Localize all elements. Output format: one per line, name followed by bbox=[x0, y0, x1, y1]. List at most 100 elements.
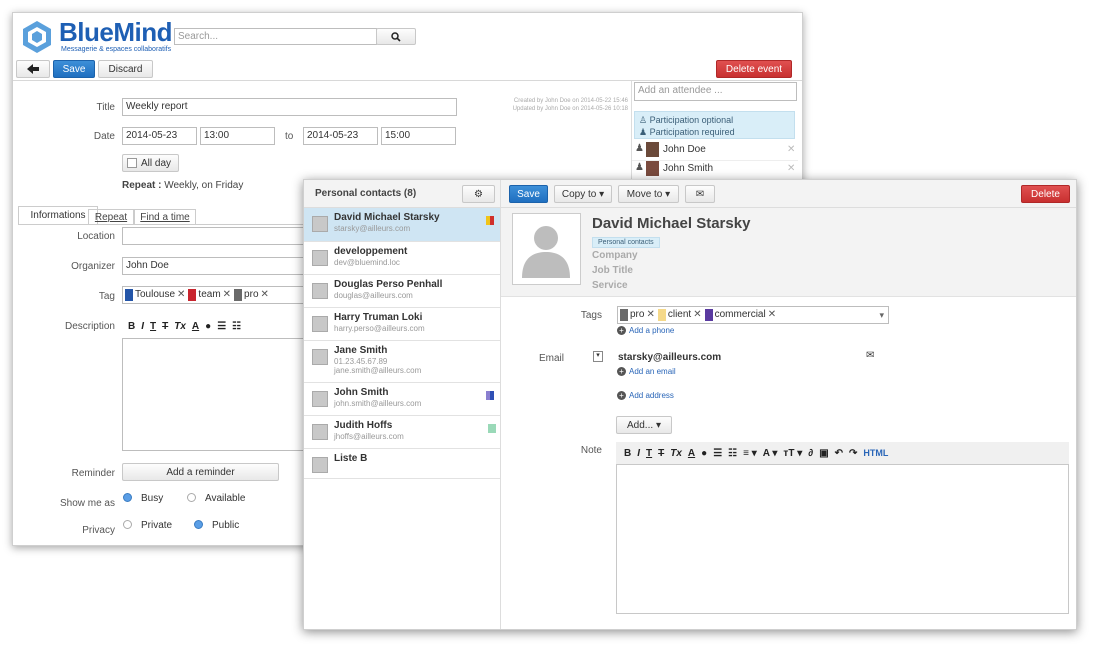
add-attendee-input[interactable]: Add an attendee ... bbox=[634, 82, 797, 101]
remove-attendee-icon[interactable]: ✕ bbox=[787, 163, 795, 174]
tab-find-a-time[interactable]: Find a time bbox=[134, 209, 196, 225]
email-value[interactable]: starsky@ailleurs.com bbox=[618, 352, 721, 363]
contacts-window: Personal contacts (8) ⚙ David Michael St… bbox=[303, 179, 1077, 630]
tag-color bbox=[125, 289, 133, 301]
undo-icon[interactable]: ↶ bbox=[835, 443, 843, 465]
strike-icon[interactable]: T bbox=[658, 443, 664, 465]
available-radio[interactable] bbox=[187, 493, 196, 502]
search-button[interactable] bbox=[376, 28, 416, 45]
description-editor[interactable] bbox=[122, 338, 322, 451]
move-to-button[interactable]: Move to ▾ bbox=[618, 185, 679, 203]
strike-icon[interactable]: T bbox=[162, 316, 168, 338]
organizer-input[interactable]: John Doe bbox=[122, 257, 322, 275]
add-email-link[interactable]: + Add an email bbox=[617, 367, 676, 376]
clear-format-icon[interactable]: Tx bbox=[174, 316, 186, 338]
title-label: Title bbox=[96, 102, 115, 113]
back-button[interactable] bbox=[16, 60, 50, 78]
job-title-field[interactable]: Job Title bbox=[592, 265, 633, 276]
highlight-icon[interactable]: ● bbox=[701, 443, 707, 465]
delete-contact-button[interactable]: Delete bbox=[1021, 185, 1070, 203]
tab-informations[interactable]: Informations bbox=[18, 206, 98, 225]
tag-toulouse: Toulouse ✕ bbox=[125, 287, 185, 303]
tag-name: team bbox=[198, 289, 221, 300]
add-phone-link[interactable]: + Add a phone bbox=[617, 326, 674, 335]
underline-icon[interactable]: T bbox=[150, 316, 156, 338]
contact-list-item[interactable]: Judith Hoffs jhoffs@ailleurs.com bbox=[304, 416, 500, 449]
contact-name: Harry Truman Loki bbox=[334, 312, 423, 323]
save-contact-button[interactable]: Save bbox=[509, 185, 548, 203]
search-input[interactable]: Search... bbox=[174, 28, 377, 45]
save-event-button[interactable]: Save bbox=[53, 60, 95, 78]
settings-button[interactable]: ⚙ bbox=[462, 185, 495, 203]
image-icon[interactable]: ▣ bbox=[819, 443, 828, 465]
privacy-label: Privacy bbox=[82, 525, 115, 536]
start-date-input[interactable]: 2014-05-23 bbox=[122, 127, 197, 145]
tags-input[interactable]: pro ✕ client ✕ commercial ✕ ▾ bbox=[617, 306, 889, 324]
remove-tag-icon[interactable]: ✕ bbox=[223, 287, 231, 303]
title-input[interactable]: Weekly report bbox=[122, 98, 457, 116]
delete-event-button[interactable]: Delete event bbox=[716, 60, 792, 78]
required-person-icon[interactable]: ♟ bbox=[635, 162, 644, 173]
contact-list-item[interactable]: Liste B bbox=[304, 449, 500, 479]
bold-icon[interactable]: B bbox=[624, 443, 631, 465]
add-field-button[interactable]: Add... ▾ bbox=[616, 416, 672, 434]
bold-icon[interactable]: B bbox=[128, 316, 135, 338]
italic-icon[interactable]: I bbox=[141, 316, 144, 338]
start-time-input[interactable]: 13:00 bbox=[200, 127, 275, 145]
addressbook-badge: Personal contacts bbox=[592, 237, 660, 248]
font-size-icon[interactable]: A ▾ bbox=[763, 443, 778, 465]
envelope-icon[interactable]: ✉ bbox=[866, 350, 874, 361]
tag-name: pro bbox=[244, 289, 259, 300]
link-icon[interactable]: ∂ bbox=[808, 443, 813, 465]
contact-list-item[interactable]: Douglas Perso Penhall douglas@ailleurs.co… bbox=[304, 275, 500, 308]
number-list-icon[interactable]: ☷ bbox=[232, 316, 241, 338]
remove-tag-icon[interactable]: ✕ bbox=[261, 287, 269, 303]
redo-icon[interactable]: ↷ bbox=[849, 443, 857, 465]
allday-checkbox[interactable] bbox=[127, 158, 137, 169]
contact-list-item[interactable]: developpement dev@bluemind.loc bbox=[304, 242, 500, 275]
remove-tag-icon[interactable]: ✕ bbox=[177, 287, 185, 303]
service-field[interactable]: Service bbox=[592, 280, 628, 291]
remove-tag-icon[interactable]: ✕ bbox=[646, 307, 654, 323]
tag-input[interactable]: Toulouse ✕ team ✕ pro ✕ bbox=[122, 286, 322, 304]
send-mail-button[interactable]: ✉ bbox=[685, 185, 715, 203]
clear-format-icon[interactable]: Tx bbox=[670, 443, 682, 465]
copy-to-button[interactable]: Copy to ▾ bbox=[554, 185, 612, 203]
add-address-link[interactable]: + Add address bbox=[617, 391, 674, 400]
html-mode-button[interactable]: HTML bbox=[863, 442, 888, 464]
font-color-icon[interactable]: A bbox=[688, 443, 695, 465]
text-size-icon[interactable]: тT ▾ bbox=[783, 443, 802, 465]
number-list-icon[interactable]: ☷ bbox=[728, 443, 737, 465]
bullet-list-icon[interactable]: ☰ bbox=[217, 316, 226, 338]
contact-list-item[interactable]: John Smith john.smith@ailleurs.com bbox=[304, 383, 500, 416]
allday-toggle[interactable]: All day bbox=[122, 154, 179, 172]
required-person-icon[interactable]: ♟ bbox=[635, 143, 644, 154]
remove-tag-icon[interactable]: ✕ bbox=[693, 307, 701, 323]
remove-tag-icon[interactable]: ✕ bbox=[768, 307, 776, 323]
email-type-dropdown[interactable]: ▾ bbox=[593, 351, 603, 362]
discard-button[interactable]: Discard bbox=[98, 60, 153, 78]
bullet-list-icon[interactable]: ☰ bbox=[713, 443, 722, 465]
public-radio[interactable] bbox=[194, 520, 203, 529]
underline-icon[interactable]: T bbox=[646, 443, 652, 465]
note-editor[interactable] bbox=[616, 464, 1069, 614]
contact-list-item[interactable]: Jane Smith 01.23.45.67.89 jane.smith@aille… bbox=[304, 341, 500, 383]
end-date-input[interactable]: 2014-05-23 bbox=[303, 127, 378, 145]
italic-icon[interactable]: I bbox=[637, 443, 640, 465]
contact-photo[interactable] bbox=[512, 213, 581, 285]
busy-radio[interactable] bbox=[123, 493, 132, 502]
contact-list-item[interactable]: Harry Truman Loki harry.perso@ailleurs.co… bbox=[304, 308, 500, 341]
private-radio[interactable] bbox=[123, 520, 132, 529]
align-icon[interactable]: ≡ ▾ bbox=[743, 443, 757, 465]
contact-list-item[interactable]: David Michael Starsky starsky@ailleurs.co… bbox=[304, 208, 500, 242]
add-reminder-button[interactable]: Add a reminder bbox=[122, 463, 279, 481]
font-color-icon[interactable]: A bbox=[192, 316, 199, 338]
tab-repeat[interactable]: Repeat bbox=[88, 209, 134, 225]
company-field[interactable]: Company bbox=[592, 250, 638, 261]
location-input[interactable] bbox=[122, 227, 322, 245]
highlight-icon[interactable]: ● bbox=[205, 316, 211, 338]
end-time-input[interactable]: 15:00 bbox=[381, 127, 456, 145]
tag-marker bbox=[490, 216, 494, 225]
remove-attendee-icon[interactable]: ✕ bbox=[787, 144, 795, 155]
chevron-down-icon[interactable]: ▾ bbox=[879, 307, 884, 323]
